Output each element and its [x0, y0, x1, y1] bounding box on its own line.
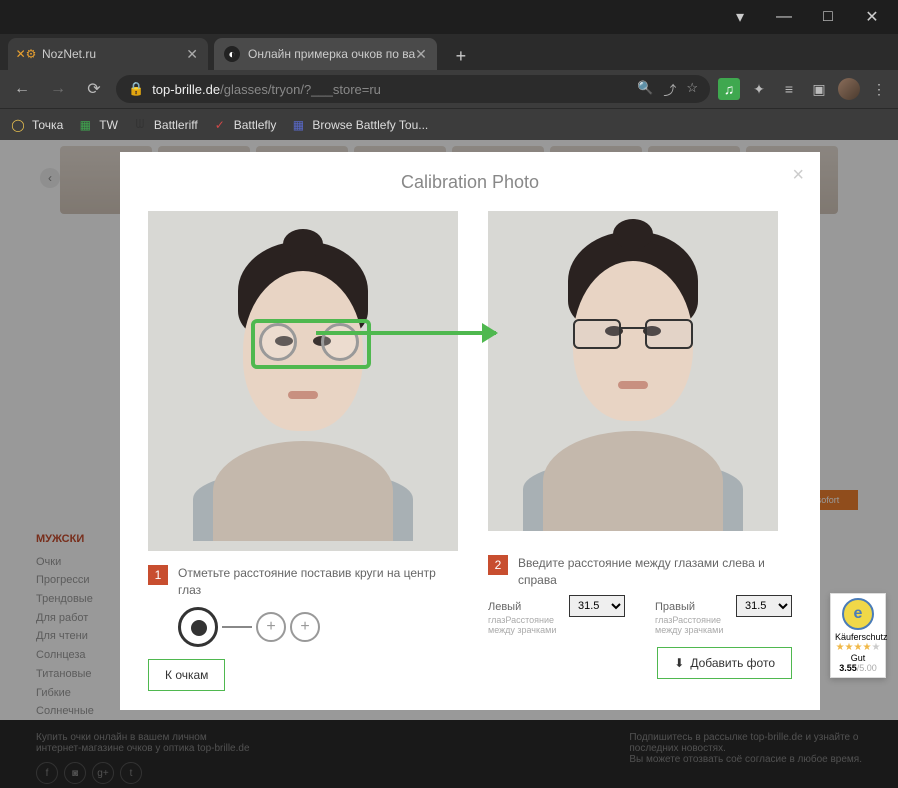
eye-marker-left[interactable] — [259, 323, 297, 361]
close-tab-icon[interactable]: ✕ — [186, 46, 198, 63]
browser-toolbar: ← → ⟳ 🔒 top-brille.de /glasses/tryon/?__… — [0, 70, 898, 108]
share-icon[interactable]: ⤴ — [663, 80, 676, 99]
step-number: 1 — [148, 565, 168, 585]
music-ext-icon[interactable]: ♫ — [718, 78, 740, 100]
left-eye-input: Левый 31.5 глазРасстояние между зрачками — [488, 601, 625, 635]
panel-icon[interactable]: ▣ — [808, 78, 830, 100]
favicon-icon: ◐ — [224, 46, 240, 62]
right-distance-select[interactable]: 31.5 — [736, 595, 792, 617]
calibration-photo[interactable] — [148, 211, 458, 551]
badge-max: /5.00 — [857, 663, 877, 673]
plus-icon[interactable]: + — [290, 612, 320, 642]
eye-marker-right[interactable] — [321, 323, 359, 361]
forward-btn[interactable]: → — [44, 75, 72, 103]
reader-icon[interactable]: ≡ — [778, 78, 800, 100]
arrow-icon — [316, 331, 496, 335]
profile-avatar[interactable] — [838, 78, 860, 100]
tab-title: NozNet.ru — [42, 47, 96, 61]
close-window-btn[interactable]: ✕ — [850, 2, 894, 32]
left-column: 1 Отметьте расстояние поставив круги на … — [148, 211, 458, 691]
tab-title: Онлайн примерка очков по ва — [248, 47, 415, 61]
input-sublabel: глазРасстояние между зрачками — [655, 615, 792, 635]
url-path: /glasses/tryon/?___store=ru — [220, 82, 381, 97]
eye-diagram: + + — [178, 607, 458, 647]
menu-icon[interactable]: ⋮ — [868, 78, 890, 100]
lock-icon: 🔒 — [128, 81, 144, 97]
bookmark-item[interactable]: ▦Browse Battlefy Tou... — [290, 117, 428, 133]
badge-score: 3.55 — [839, 663, 857, 673]
trust-logo-icon: e — [842, 598, 874, 630]
step-number: 2 — [488, 555, 508, 575]
input-sublabel: глазРасстояние между зрачками — [488, 615, 625, 635]
plus-icon[interactable]: + — [256, 612, 286, 642]
bookmark-icon: ◯ — [10, 117, 26, 133]
favicon-icon: ✕⚙ — [18, 46, 34, 62]
result-photo — [488, 211, 778, 531]
browser-tab[interactable]: ✕⚙ NozNet.ru ✕ — [8, 38, 208, 70]
badge-rating: Gut — [835, 653, 881, 663]
close-tab-icon[interactable]: ✕ — [415, 46, 427, 63]
new-tab-btn[interactable]: + — [447, 42, 475, 70]
modal-title: Calibration Photo — [148, 172, 792, 193]
bookmark-item[interactable]: ✓Battlefly — [212, 117, 277, 133]
minimize-btn[interactable]: — — [762, 2, 806, 32]
badge-label: Käuferschutz — [835, 632, 881, 642]
maximize-btn[interactable]: □ — [806, 2, 850, 32]
extensions-icon[interactable]: ✦ — [748, 78, 770, 100]
back-btn[interactable]: ← — [8, 75, 36, 103]
to-glasses-btn[interactable]: К очкам — [148, 659, 225, 691]
right-column: 2 Введите расстояние между глазами слева… — [488, 211, 792, 691]
stars-icon: ★★★★★ — [835, 642, 881, 653]
eye-icon — [178, 607, 218, 647]
glasses-overlay — [573, 319, 693, 351]
browser-tab-active[interactable]: ◐ Онлайн примерка очков по ва ✕ — [214, 38, 437, 70]
left-distance-select[interactable]: 31.5 — [569, 595, 625, 617]
address-bar[interactable]: 🔒 top-brille.de /glasses/tryon/?___store… — [116, 75, 710, 103]
download-icon: ⬇ — [674, 656, 684, 670]
bookmark-item[interactable]: ᗯBattleriff — [132, 117, 198, 133]
bookmark-icon: ᗯ — [132, 117, 148, 133]
calibration-modal: × Calibration Photo — [120, 152, 820, 710]
tab-bar: ✕⚙ NozNet.ru ✕ ◐ Онлайн примерка очков п… — [0, 34, 898, 70]
bookmark-item[interactable]: ▦TW — [77, 117, 118, 133]
page-content: ‹ МУЖСКИ Очки Прогресси Трендовые Для ра… — [0, 140, 898, 788]
reload-btn[interactable]: ⟳ — [80, 75, 108, 103]
dropdown-btn[interactable]: ▾ — [718, 2, 762, 32]
bookmark-icon: ✓ — [212, 117, 228, 133]
search-icon[interactable]: 🔍 — [637, 80, 653, 99]
window-titlebar: ▾ — □ ✕ — [0, 0, 898, 34]
bookmark-item[interactable]: ◯Точка — [10, 117, 63, 133]
bookmark-icon: ▦ — [290, 117, 306, 133]
step-text: Введите расстояние между глазами слева и… — [518, 555, 792, 589]
extension-icons: ♫ ✦ ≡ ▣ ⋮ — [718, 78, 890, 100]
bookmarks-bar: ◯Точка ▦TW ᗯBattleriff ✓Battlefly ▦Brows… — [0, 108, 898, 140]
right-eye-input: Правый 31.5 глазРасстояние между зрачкам… — [655, 601, 792, 635]
step-text: Отметьте расстояние поставив круги на це… — [178, 565, 458, 599]
bookmark-icon: ▦ — [77, 117, 93, 133]
upload-photo-btn[interactable]: ⬇ Добавить фото — [657, 647, 792, 679]
trust-badge[interactable]: e Käuferschutz ★★★★★ Gut 3.55/5.00 — [830, 593, 886, 678]
star-icon[interactable]: ☆ — [686, 80, 698, 99]
close-modal-btn[interactable]: × — [792, 164, 804, 187]
url-domain: top-brille.de — [152, 82, 220, 97]
